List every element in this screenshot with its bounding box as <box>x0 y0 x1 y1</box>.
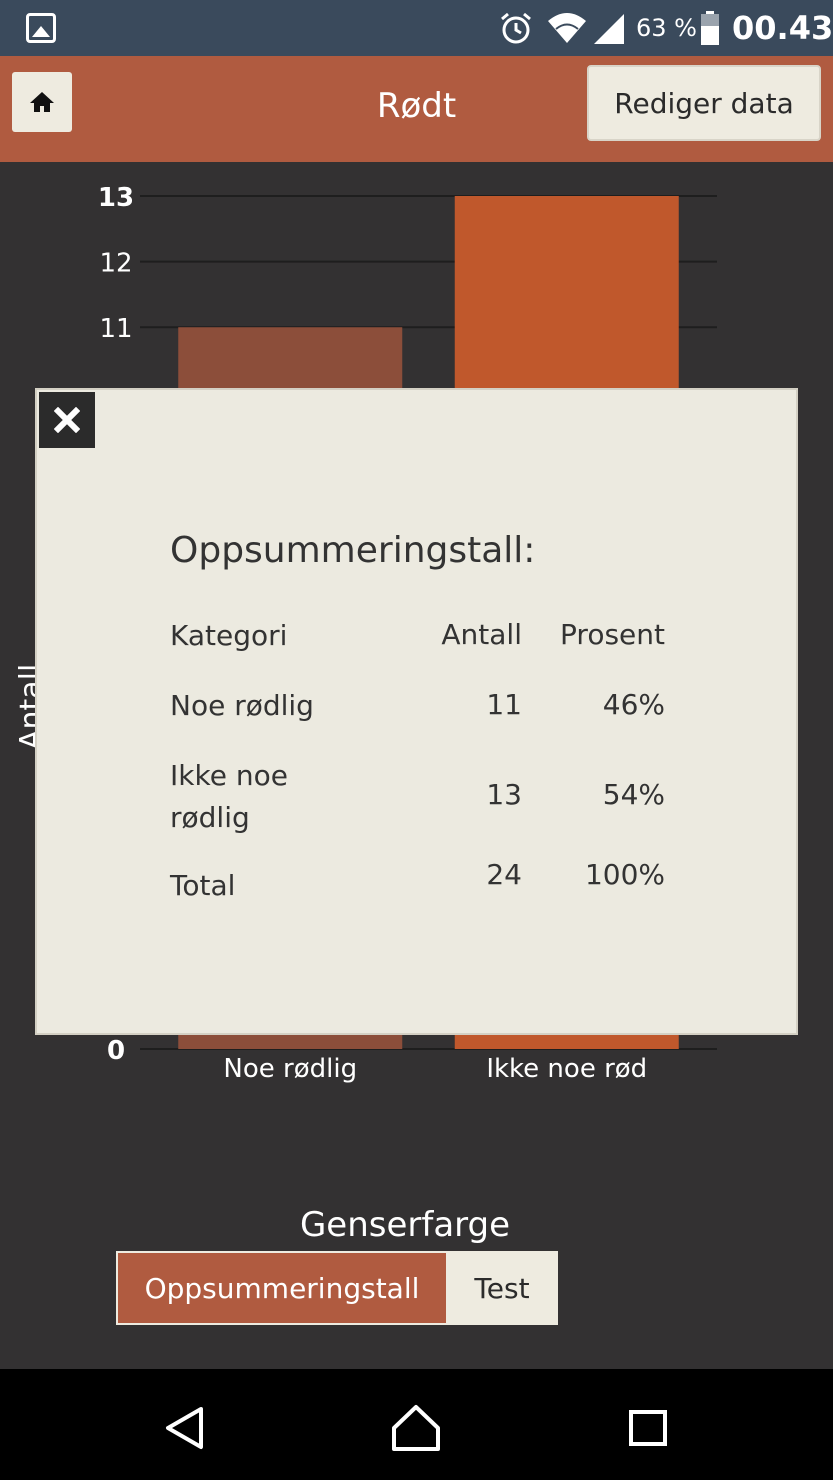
y-tick-label: 11 <box>99 314 132 344</box>
row-count: 11 <box>486 688 522 721</box>
alarm-icon <box>501 12 531 44</box>
gallery-icon <box>26 13 56 43</box>
signal-icon <box>594 14 624 44</box>
header-percent: Prosent <box>560 618 665 651</box>
system-nav-bar <box>0 1369 833 1480</box>
status-bar: 63 % 00.43 <box>0 0 833 56</box>
header-category: Kategori <box>170 619 288 652</box>
back-icon[interactable] <box>163 1406 207 1450</box>
close-icon <box>54 407 80 433</box>
home-nav-icon[interactable] <box>391 1404 441 1452</box>
y-tick-label: 0 <box>107 1036 125 1066</box>
recents-icon[interactable] <box>628 1409 668 1447</box>
row-count: 13 <box>486 778 522 811</box>
view-tabs: Oppsummeringstall Test <box>116 1251 558 1325</box>
x-tick-label: Noe rødlig <box>223 1054 357 1084</box>
row-percent: 46% <box>602 688 665 721</box>
clock: 00.43 <box>732 9 833 47</box>
tab-oppsummeringstall[interactable]: Oppsummeringstall <box>118 1253 448 1323</box>
x-tick-label: Ikke noe rød <box>486 1054 647 1084</box>
y-tick-label: 13 <box>98 183 134 213</box>
header-count: Antall <box>441 618 522 651</box>
edit-data-button[interactable]: Rediger data <box>587 65 821 141</box>
wifi-icon <box>548 13 586 43</box>
row-percent: 54% <box>602 778 665 811</box>
row-category: Noe rødlig <box>170 689 314 722</box>
row-count: 24 <box>486 858 522 891</box>
battery-percent: 63 % <box>636 14 697 42</box>
tab-test[interactable]: Test <box>448 1253 556 1323</box>
summary-dialog: Oppsummeringstall: Kategori Antall Prose… <box>35 388 798 1035</box>
row-category: Total <box>170 869 236 902</box>
battery-icon <box>701 11 719 45</box>
x-axis-title: Genserfarge <box>299 1205 511 1245</box>
row-percent: 100% <box>584 858 665 891</box>
dialog-title: Oppsummeringstall: <box>170 530 536 571</box>
close-button[interactable] <box>39 392 95 448</box>
app-bar: Rødt Rediger data <box>0 56 833 162</box>
row-category: Ikke noe rødlig <box>170 759 288 834</box>
y-tick-label: 12 <box>99 249 132 279</box>
